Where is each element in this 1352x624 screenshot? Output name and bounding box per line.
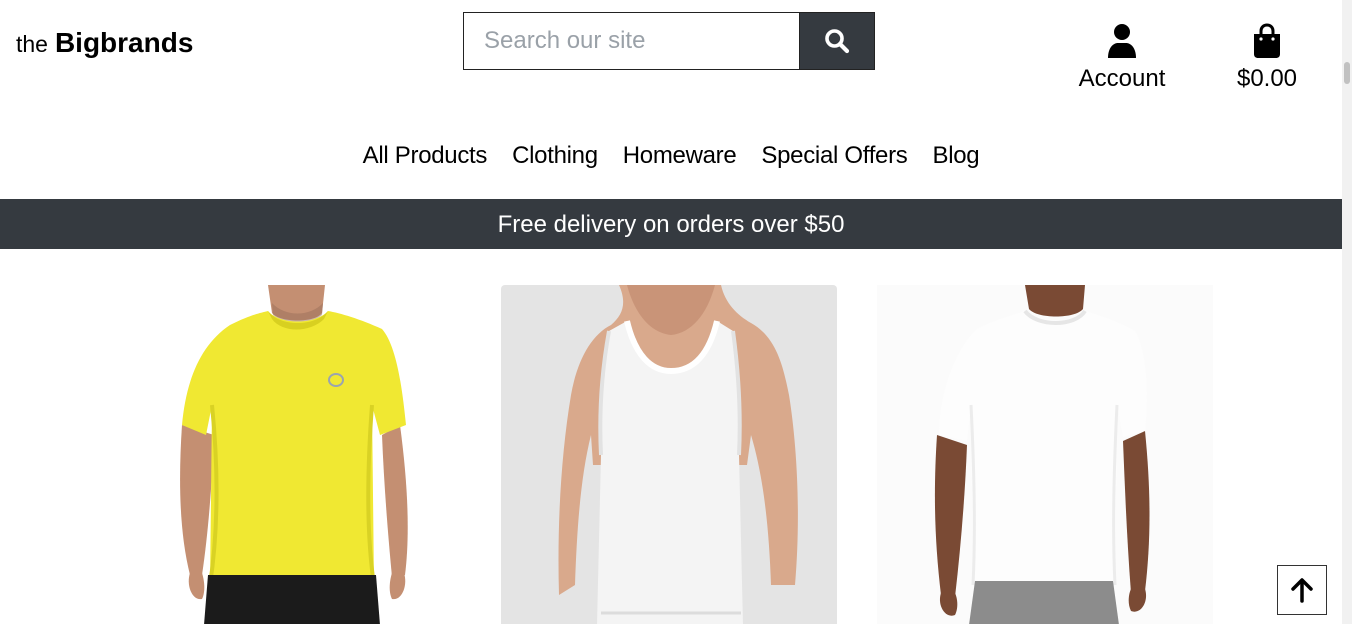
arrow-up-icon [1291,578,1313,603]
page-scrollbar[interactable] [1342,0,1352,624]
search-icon [825,29,850,54]
back-to-top-button[interactable] [1277,565,1327,615]
nav-homeware[interactable]: Homeware [623,138,737,174]
product-illustration [558,285,798,624]
cart-link[interactable]: $0.00 [1222,22,1312,94]
main-nav: All Products Clothing Homeware Special O… [0,138,1342,174]
cart-total: $0.00 [1236,65,1298,92]
site-logo[interactable]: the Bigbrands [16,24,193,63]
user-icon [1108,24,1136,58]
nav-blog[interactable]: Blog [933,138,980,174]
product-image-white-tank-top[interactable] [501,285,837,624]
product-image-white-tshirt[interactable] [877,285,1213,624]
logo-prefix: the [16,31,48,57]
search-form [463,12,875,70]
shopping-bag-icon [1254,23,1280,58]
nav-clothing[interactable]: Clothing [512,138,598,174]
account-label: Account [1078,65,1166,92]
nav-special-offers[interactable]: Special Offers [761,138,907,174]
search-button[interactable] [799,12,875,70]
nav-all-products[interactable]: All Products [363,138,488,174]
search-input[interactable] [463,12,799,70]
logo-brand: Bigbrands [54,27,194,58]
product-illustration [934,285,1150,624]
delivery-banner-text: Free delivery on orders over $50 [497,211,845,238]
product-illustration [180,285,408,624]
page: the Bigbrands Account $0.00 All Pro [0,0,1352,624]
product-image-yellow-tshirt[interactable] [160,285,460,624]
scrollbar-thumb[interactable] [1344,62,1350,84]
delivery-banner: Free delivery on orders over $50 [0,199,1342,249]
account-link[interactable]: Account [1066,22,1178,94]
